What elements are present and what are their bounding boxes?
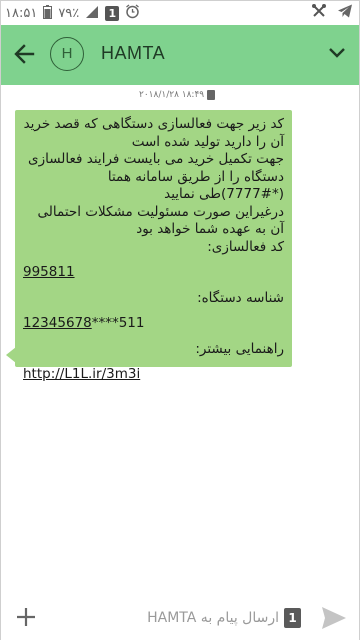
send-icon[interactable] bbox=[321, 606, 347, 630]
add-attachment-icon[interactable] bbox=[14, 605, 38, 629]
message-line: درغیراین صورت مسئولیت مشکلات احتمالی bbox=[37, 203, 284, 220]
guide-link[interactable]: http://L1L.ir/3m3i bbox=[23, 366, 140, 382]
timestamp-text: ۲۰۱۸/۱/۲۸ ۱۸:۴۹ bbox=[139, 90, 205, 100]
compose-bar: 1 bbox=[1, 597, 359, 640]
message-input[interactable] bbox=[119, 607, 279, 629]
telegram-icon bbox=[337, 3, 353, 23]
activation-code-link[interactable]: 995811 bbox=[23, 264, 75, 280]
message-timestamp: ۲۰۱۸/۱/۲۸ ۱۸:۴۹ bbox=[139, 90, 216, 100]
signal-icon bbox=[85, 5, 99, 23]
guide-url: http://L1L.ir/3m3i bbox=[23, 366, 284, 384]
alarm-icon bbox=[125, 4, 140, 23]
guide-label: راهنمایی بیشتر: bbox=[195, 340, 284, 357]
back-arrow-icon[interactable] bbox=[11, 40, 39, 68]
sim-badge: 1 bbox=[105, 6, 120, 21]
battery-icon bbox=[43, 4, 53, 23]
message-line: دستگاه را از طریق سامانه همتا bbox=[107, 168, 284, 185]
tools-icon bbox=[311, 3, 327, 23]
device-id-label: شناسه دستگاه: bbox=[197, 289, 284, 306]
bubble-tail bbox=[6, 347, 16, 363]
battery-percent: ۷۹٪ bbox=[58, 6, 80, 21]
message-line: کد زیر جهت فعالسازی دستگاهی که قصد خرید bbox=[23, 116, 284, 132]
chevron-down-icon[interactable] bbox=[327, 43, 347, 63]
status-bar-left: ۱۸:۵۱ ۷۹٪ 1 bbox=[5, 4, 140, 23]
screen: ۱۸:۵۱ ۷۹٪ 1 H HAMTA ۲۰۱۸/۱/۲۸ ۱۸:۴۹ کد ز… bbox=[0, 0, 360, 640]
conversation-header: H HAMTA bbox=[1, 25, 359, 85]
status-bar: ۱۸:۵۱ ۷۹٪ 1 bbox=[1, 1, 359, 25]
message-line: کد فعالسازی: bbox=[207, 238, 284, 255]
message-line: (*7777#)طی نمایید bbox=[164, 186, 284, 202]
message-line: جهت تکمیل خرید می بایست فرایند فعالسازی bbox=[28, 151, 284, 167]
message-bubble[interactable]: کد زیر جهت فعالسازی دستگاهی که قصد خرید … bbox=[15, 110, 292, 382]
status-bar-right bbox=[311, 3, 353, 23]
device-id-suffix: ****511 bbox=[91, 315, 145, 331]
contact-avatar[interactable]: H bbox=[50, 37, 84, 71]
clock: ۱۸:۵۱ bbox=[5, 6, 38, 21]
sim-card-icon bbox=[207, 90, 216, 100]
sim-selector[interactable]: 1 bbox=[284, 608, 301, 628]
activation-code: 995811 bbox=[23, 264, 284, 282]
device-id-link[interactable]: 12345678 bbox=[23, 315, 92, 331]
message-line: آن را دارید تولید شده است bbox=[131, 133, 284, 150]
contact-name[interactable]: HAMTA bbox=[101, 43, 165, 64]
device-id: 12345678****511 bbox=[23, 315, 284, 333]
message-line: آن به عهده شما خواهد بود bbox=[136, 221, 284, 237]
